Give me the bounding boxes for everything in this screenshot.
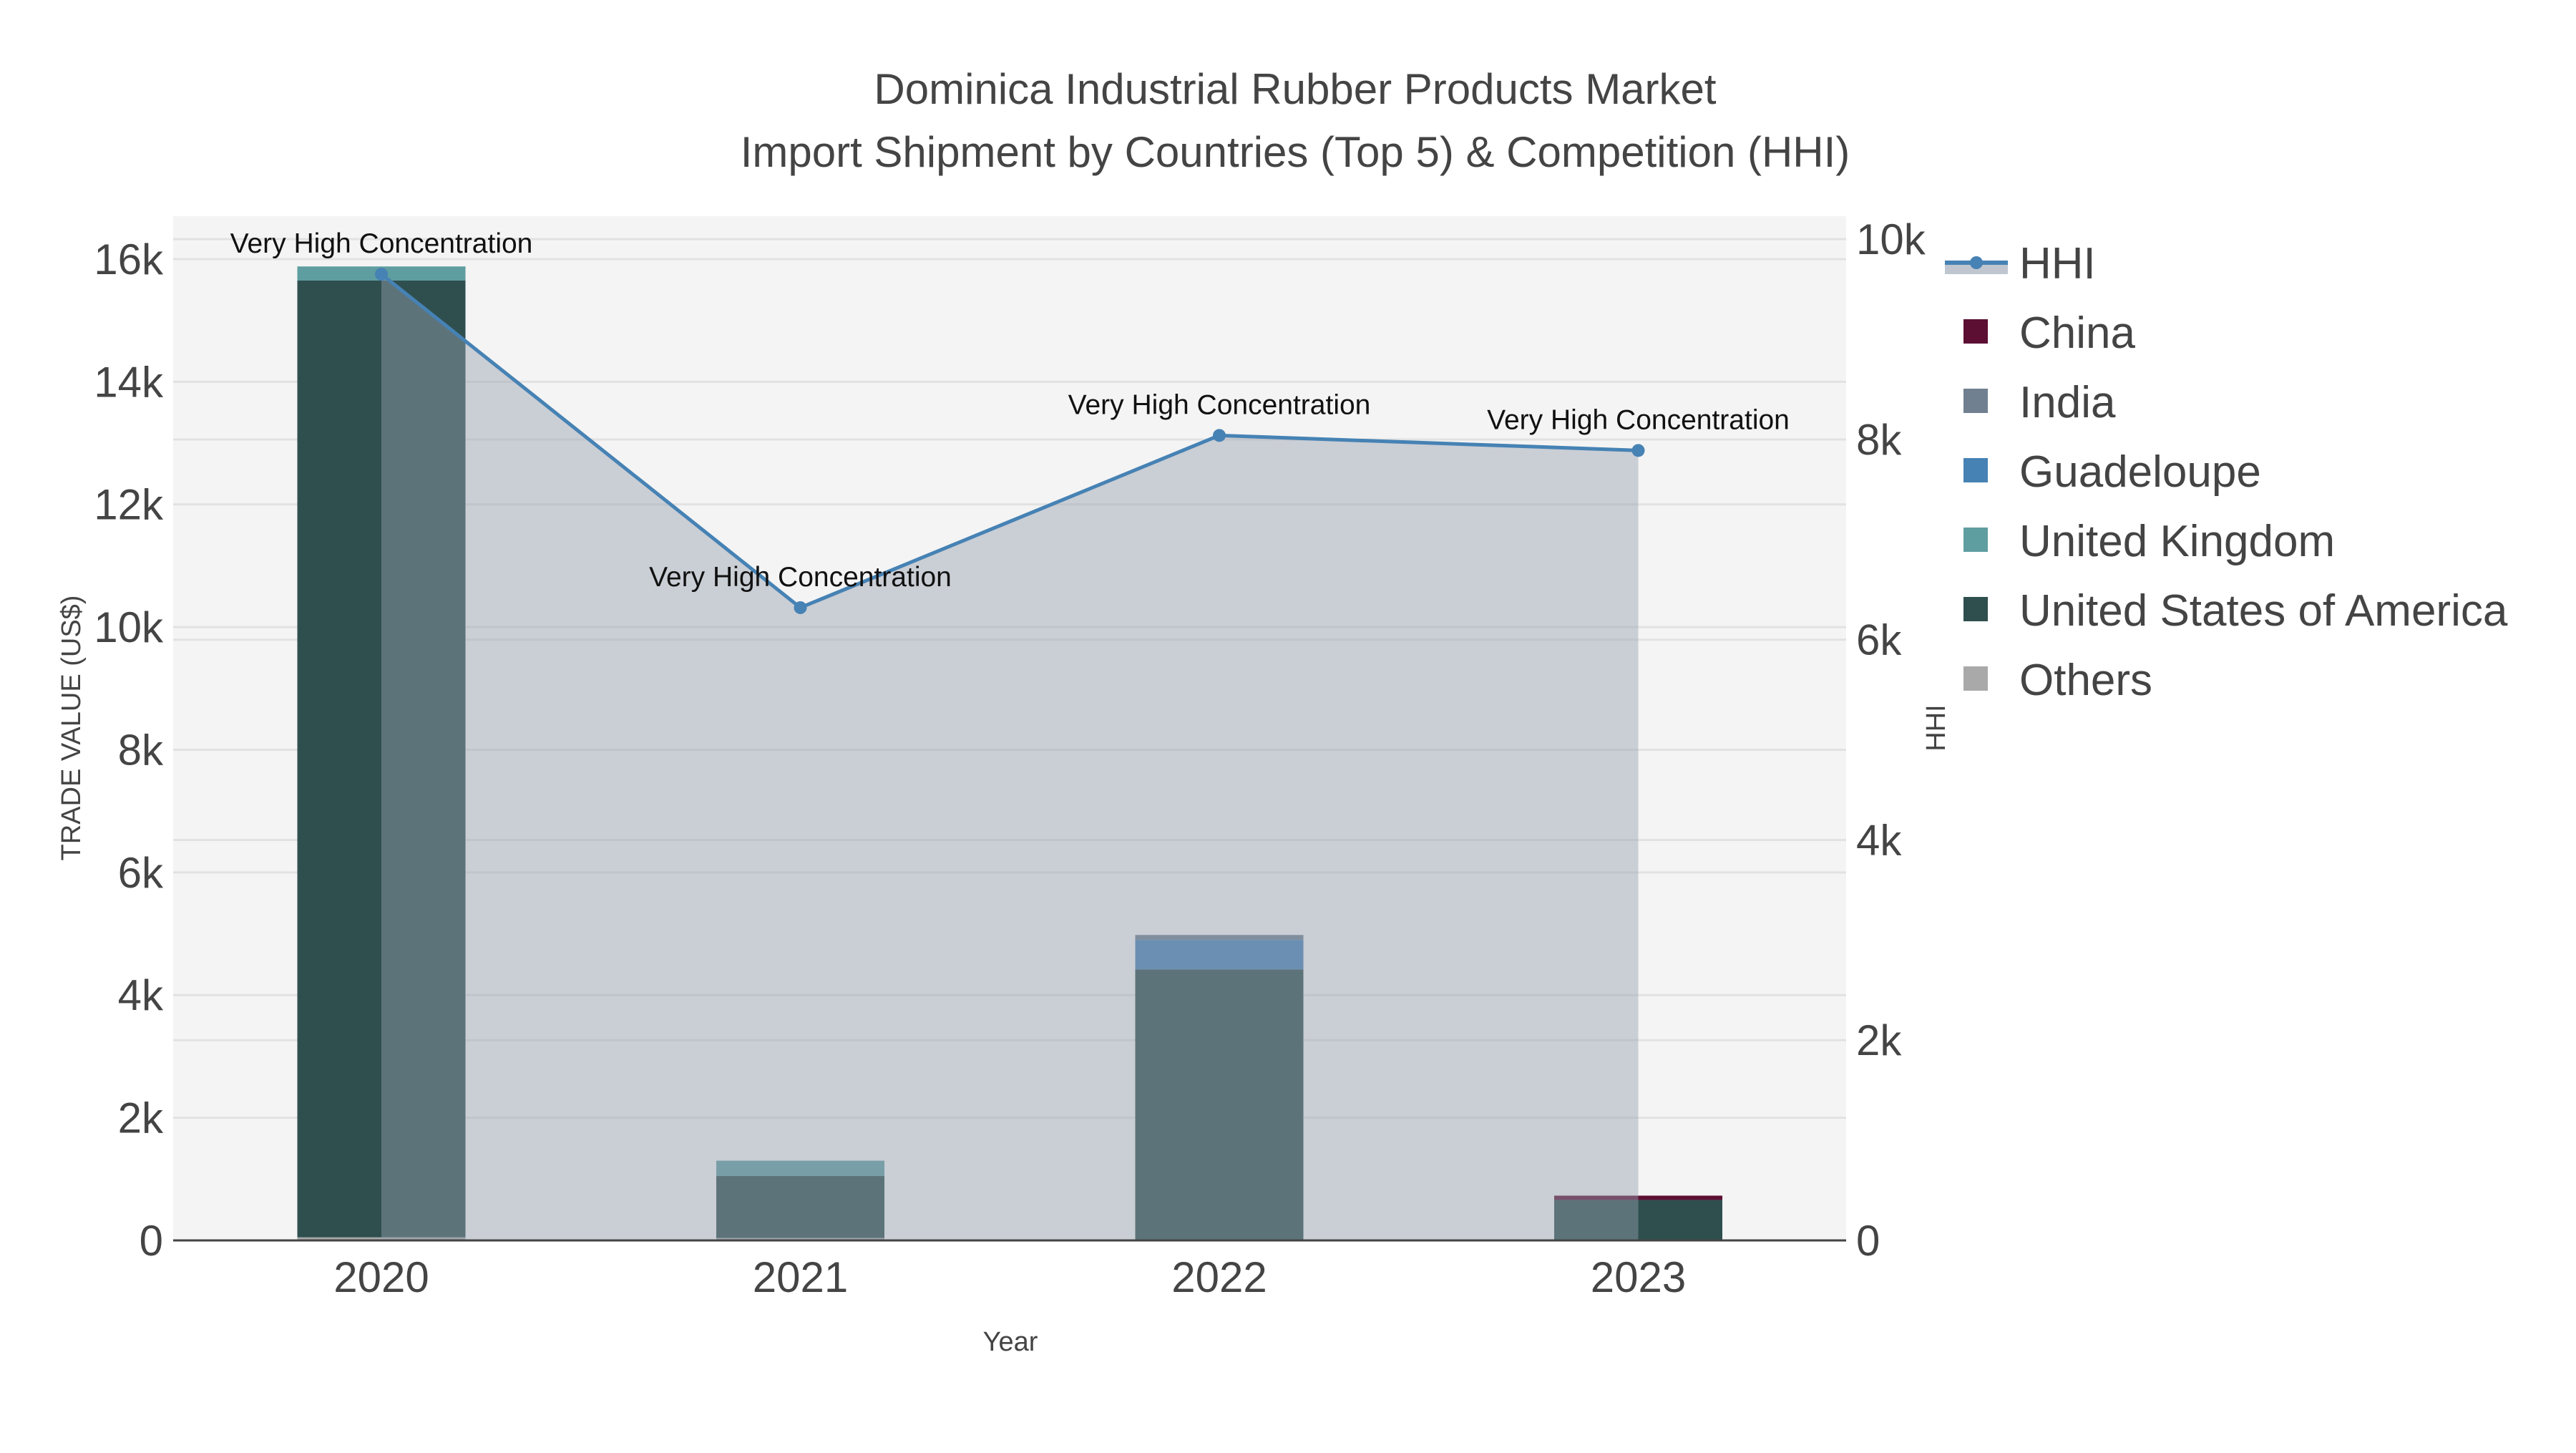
- hhi-point-2020: [375, 268, 388, 281]
- hhi-annotation: Very High Concentration: [1068, 389, 1371, 420]
- hhi-point-2022: [1213, 429, 1226, 442]
- hhi-annotation: Very High Concentration: [1487, 404, 1790, 435]
- x-tick-label: 2023: [1591, 1253, 1686, 1301]
- legend-label: Guadeloupe: [2019, 447, 2261, 497]
- legend-swatch-india: [1963, 389, 1988, 413]
- y-axis-title: TRADE VALUE (US$): [57, 596, 87, 861]
- legend-swatch-others: [1963, 666, 1988, 691]
- hhi-annotation: Very High Concentration: [649, 562, 952, 593]
- y2-tick-label: 6k: [1856, 616, 1902, 664]
- chart-subtitle: Import Shipment by Countries (Top 5) & C…: [741, 128, 1850, 176]
- legend: HHI China India Guadeloupe United Kingdom Uni…: [1945, 239, 2508, 705]
- legend-label: United Kingdom: [2019, 517, 2335, 566]
- legend-swatch-united-kingdom: [1963, 528, 1988, 552]
- legend-label: United States of America: [2019, 586, 2508, 636]
- chart: Very High Concentration Very High Concent…: [57, 65, 2508, 1357]
- y-tick-label: 0: [140, 1217, 163, 1265]
- y-tick-label: 16k: [94, 235, 164, 283]
- x-axis-title: Year: [983, 1327, 1038, 1357]
- y-tick-label: 4k: [118, 971, 164, 1019]
- y2-tick-label: 2k: [1856, 1016, 1902, 1064]
- y2-tick-label: 10k: [1856, 215, 1926, 263]
- y-tick-label: 2k: [118, 1094, 164, 1142]
- x-tick-label: 2022: [1171, 1253, 1267, 1301]
- x-tick-label: 2020: [333, 1253, 429, 1301]
- x-tick-label: 2021: [753, 1253, 848, 1301]
- hhi-point-2023: [1631, 444, 1645, 457]
- y2-tick-label: 0: [1856, 1217, 1880, 1265]
- y-tick-label: 10k: [94, 603, 164, 651]
- y2-axis-title: HHI: [1921, 704, 1951, 751]
- chart-title: Dominica Industrial Rubber Products Mark…: [874, 65, 1716, 113]
- y-tick-label: 12k: [94, 481, 164, 529]
- legend-swatch-united-states-of-america: [1963, 597, 1988, 621]
- legend-swatch-china: [1963, 319, 1988, 344]
- hhi-annotation: Very High Concentration: [230, 228, 533, 259]
- y2-tick-label: 4k: [1856, 816, 1902, 864]
- legend-label: Others: [2019, 656, 2152, 705]
- y2-tick-label: 8k: [1856, 416, 1902, 464]
- hhi-point-2021: [794, 601, 807, 614]
- legend-swatch-hhi-marker: [1970, 256, 1983, 269]
- y-tick-label: 6k: [118, 849, 164, 897]
- y-tick-label: 8k: [118, 726, 164, 774]
- legend-label: India: [2019, 378, 2116, 427]
- y-tick-label: 14k: [94, 358, 164, 406]
- legend-label: HHI: [2019, 239, 2096, 288]
- legend-label: China: [2019, 308, 2136, 358]
- legend-swatch-guadeloupe: [1963, 458, 1988, 482]
